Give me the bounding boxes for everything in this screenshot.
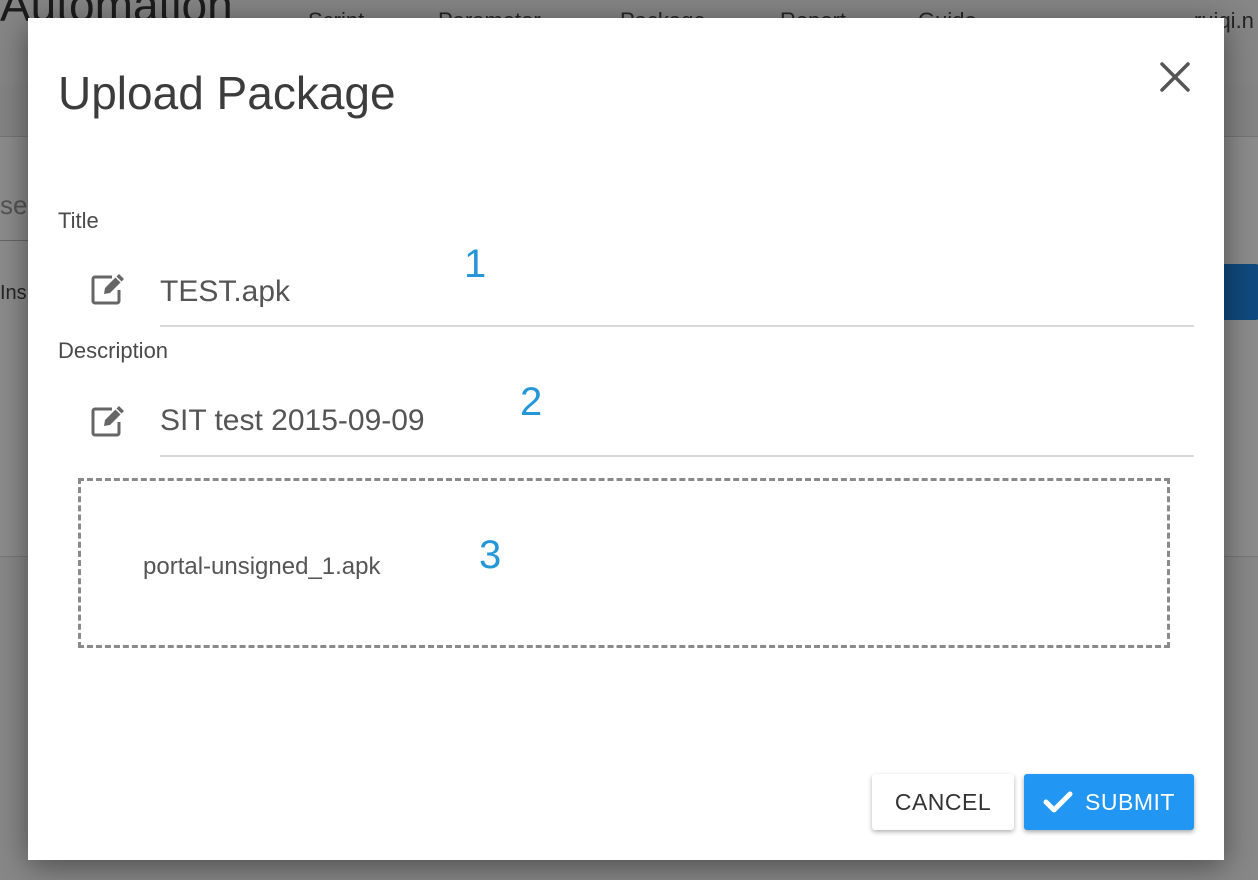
annotation-marker: 3 — [479, 533, 502, 577]
annotation-marker: 1 — [464, 242, 487, 286]
annotation-marker: 2 — [520, 380, 543, 424]
check-icon — [1043, 791, 1073, 813]
edit-icon — [90, 404, 128, 438]
description-input[interactable] — [160, 401, 1194, 441]
dialog-title: Upload Package — [58, 67, 396, 119]
cancel-button[interactable]: CANCEL — [872, 774, 1014, 830]
uploaded-file-name: portal-unsigned_1.apk — [143, 553, 381, 580]
submit-button[interactable]: SUBMIT — [1024, 774, 1194, 830]
description-label: Description — [58, 338, 169, 363]
cancel-button-label: CANCEL — [894, 788, 992, 815]
description-underline — [160, 455, 1194, 457]
close-icon — [1160, 62, 1190, 92]
file-dropzone[interactable]: portal-unsigned_1.apk 3 — [78, 478, 1170, 648]
title-underline — [160, 325, 1194, 327]
title-label: Title — [58, 208, 99, 233]
submit-button-label: SUBMIT — [1085, 788, 1175, 815]
close-button[interactable] — [1154, 56, 1196, 98]
edit-icon — [90, 272, 128, 306]
title-input[interactable] — [160, 272, 1194, 312]
upload-package-dialog: Upload Package Title 1 Description 2 por… — [28, 18, 1224, 860]
